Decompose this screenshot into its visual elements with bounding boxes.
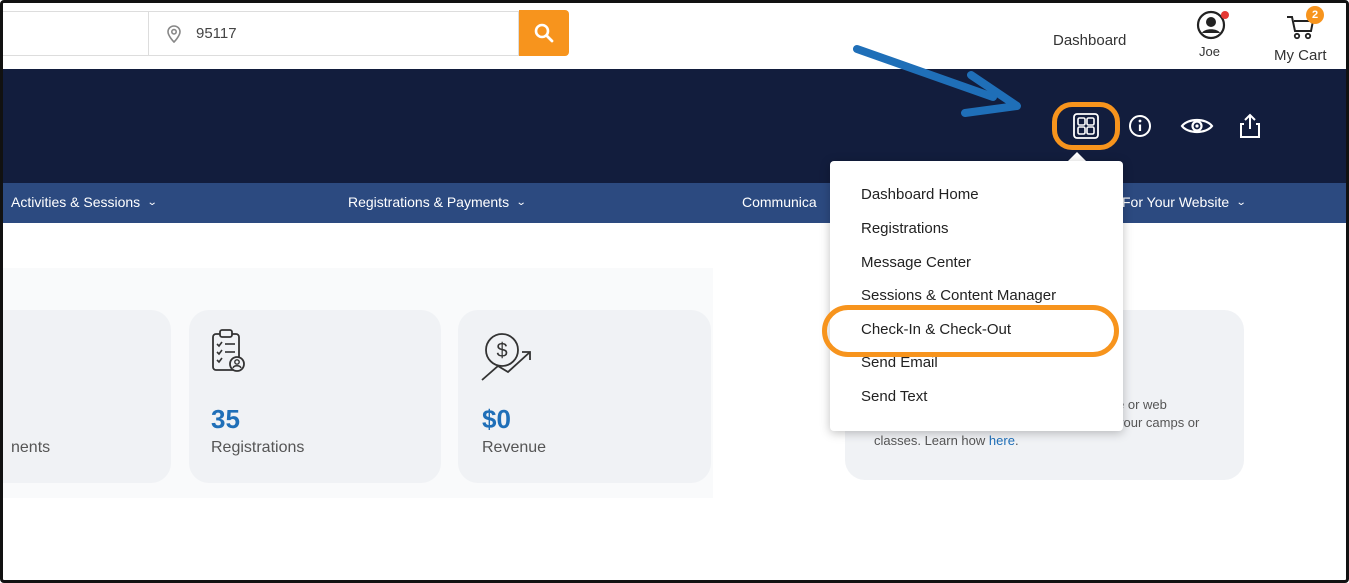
stat-label: Revenue bbox=[482, 439, 547, 456]
nav-for-your-website[interactable]: For Your Website ⌄ bbox=[1122, 194, 1247, 210]
menu-item-dashboard-home[interactable]: Dashboard Home bbox=[861, 186, 979, 203]
search-icon bbox=[534, 23, 554, 43]
nav-label: Activities & Sessions bbox=[11, 194, 141, 210]
info-text-prefix: classes. Learn how bbox=[874, 433, 989, 448]
user-name[interactable]: Joe bbox=[1199, 44, 1220, 59]
location-pin-icon bbox=[167, 25, 181, 43]
stat-card-revenue[interactable]: $ $0 Revenue bbox=[458, 310, 711, 483]
check-in-highlight bbox=[822, 305, 1119, 357]
info-icon bbox=[1129, 115, 1151, 137]
share-button[interactable] bbox=[1236, 112, 1264, 140]
nav-label: Communica bbox=[742, 194, 817, 210]
nav-activities-sessions[interactable]: Activities & Sessions ⌄ bbox=[11, 194, 158, 210]
info-text-line: e or web bbox=[1117, 397, 1167, 412]
menu-item-sessions-content-manager[interactable]: Sessions & Content Manager bbox=[861, 287, 1056, 304]
cart-label[interactable]: My Cart bbox=[1274, 47, 1327, 64]
nav-label: Registrations & Payments bbox=[348, 194, 510, 210]
grid-button-highlight bbox=[1052, 102, 1120, 150]
stat-value: 35 bbox=[211, 404, 240, 434]
preview-button[interactable] bbox=[1179, 112, 1215, 140]
learn-how-link[interactable]: here bbox=[989, 433, 1015, 448]
nav-label: For Your Website bbox=[1122, 194, 1230, 210]
eye-icon bbox=[1180, 118, 1214, 134]
svg-text:$: $ bbox=[496, 340, 507, 362]
info-text-line: classes. Learn how here. bbox=[874, 433, 1019, 448]
stat-card-enrollments[interactable]: nents bbox=[3, 310, 171, 483]
revenue-icon: $ bbox=[481, 333, 531, 381]
info-text-suffix: . bbox=[1014, 433, 1019, 448]
search-input[interactable] bbox=[3, 11, 519, 56]
stat-card-registrations[interactable]: 35 Registrations bbox=[189, 310, 441, 483]
zip-input-value[interactable]: 95117 bbox=[196, 25, 237, 42]
search-divider bbox=[148, 11, 149, 56]
cart-count-badge: 2 bbox=[1306, 6, 1324, 24]
top-bar: 95117 Dashboard Joe 2 My Cart bbox=[3, 3, 1346, 69]
info-text-line: your camps or bbox=[1117, 415, 1200, 430]
app-window: 95117 Dashboard Joe 2 My Cart Activities… bbox=[0, 0, 1349, 583]
chevron-down-icon: ⌄ bbox=[146, 196, 158, 208]
annotation-arrow-icon bbox=[853, 45, 1021, 117]
chevron-down-icon: ⌄ bbox=[1235, 196, 1247, 208]
stat-label: Registrations bbox=[211, 439, 305, 456]
dashboard-link[interactable]: Dashboard bbox=[1053, 32, 1126, 49]
nav-registrations-payments[interactable]: Registrations & Payments ⌄ bbox=[348, 194, 527, 210]
notification-dot bbox=[1221, 11, 1229, 19]
info-button[interactable] bbox=[1126, 112, 1154, 140]
share-icon bbox=[1240, 113, 1260, 138]
clipboard-icon bbox=[212, 329, 245, 372]
menu-item-send-text[interactable]: Send Text bbox=[861, 388, 927, 405]
stat-value: $0 bbox=[482, 404, 511, 434]
menu-item-message-center[interactable]: Message Center bbox=[861, 254, 971, 271]
menu-item-registrations[interactable]: Registrations bbox=[861, 220, 949, 237]
stat-label: nents bbox=[11, 439, 51, 456]
chevron-down-icon: ⌄ bbox=[515, 196, 527, 208]
search-button[interactable] bbox=[519, 10, 569, 56]
nav-communications[interactable]: Communica bbox=[742, 194, 817, 210]
